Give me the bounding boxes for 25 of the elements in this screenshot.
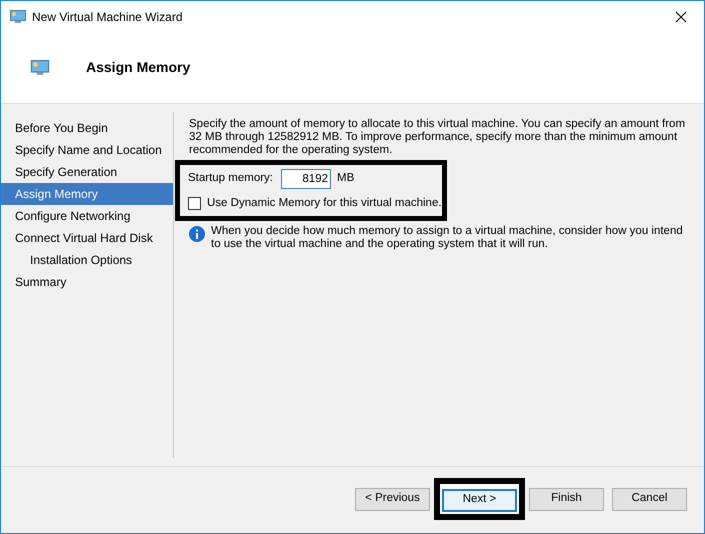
checkbox-label: Use Dynamic Memory for this virtual machine. (207, 196, 442, 211)
wizard-button[interactable]: Finish (529, 488, 604, 510)
unit-label: MB (337, 171, 354, 186)
description-text: Specify the amount of memory to allocate to this virtual machine. You can specify an amount from 32 MB through 12582912 MB. To improve performance, specify more than the minimum amount recommended for the operating system. (189, 118, 686, 157)
info-icon (189, 226, 205, 242)
wizard-button[interactable]: Cancel (612, 488, 687, 510)
sidebar-item[interactable]: Installation Options (1, 249, 173, 271)
sidebar-item[interactable]: Configure Networking (1, 205, 173, 227)
startup-memory-field[interactable]: 8192 (281, 169, 331, 189)
sidebar-item[interactable]: Specify Name and Location (1, 139, 173, 161)
sidebar-item[interactable]: Summary (1, 271, 173, 293)
sidebar-item[interactable]: Connect Virtual Hard Disk (1, 227, 173, 249)
sidebar-item[interactable]: Before You Begin (1, 117, 173, 139)
monitor-icon (10, 10, 26, 24)
sidebar-item[interactable]: Specify Generation (1, 161, 173, 183)
monitor-icon (30, 60, 50, 76)
wizard-button[interactable]: < Previous (355, 488, 430, 510)
wizard-button[interactable]: Next > (442, 488, 517, 512)
info-text: When you decide how much memory to assign to a virtual machine, consider how you intend to use the virtual machine and the operating system that it will run. (211, 225, 684, 252)
checkbox[interactable] (188, 197, 201, 210)
close-icon (675, 10, 687, 22)
startup-memory-label: Startup memory: (188, 171, 273, 186)
window-title: New Virtual Machine Wizard (32, 8, 182, 26)
sidebar-item[interactable]: Assign Memory (1, 183, 173, 205)
page-heading: Assign Memory (86, 58, 190, 77)
